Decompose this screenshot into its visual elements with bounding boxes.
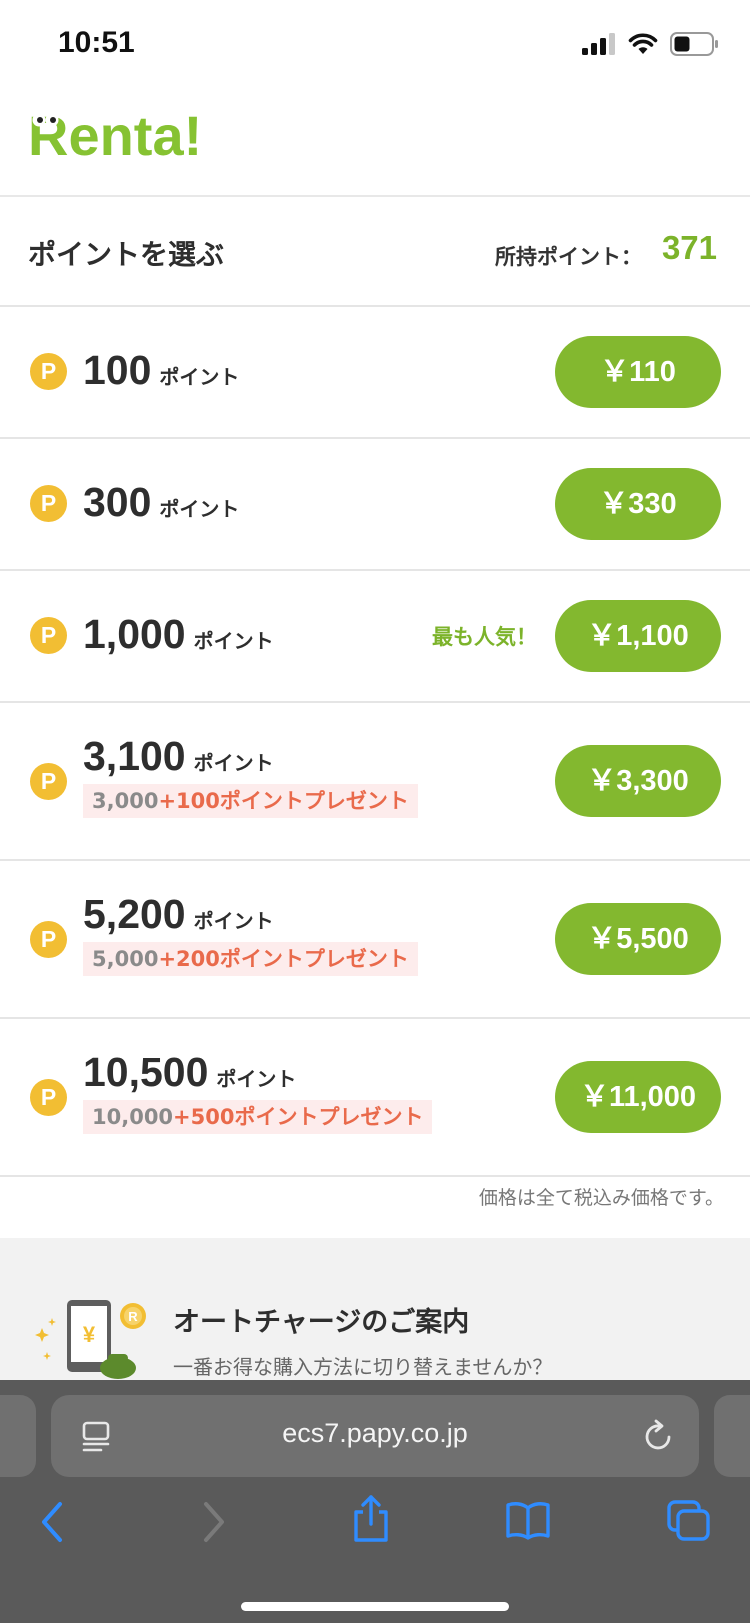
bonus-base: 5,000 (92, 947, 159, 971)
browser-nav-row (0, 1495, 750, 1560)
reload-icon[interactable] (643, 1419, 675, 1453)
svg-text:¥: ¥ (83, 1322, 96, 1347)
bonus-tag: 5,000+200ポイントプレゼント (83, 942, 418, 976)
bonus-base: 3,000 (92, 789, 159, 813)
renta-logo[interactable]: Renta! (28, 104, 210, 168)
section-title: ポイントを選ぶ (28, 238, 225, 271)
point-unit: ポイント (159, 497, 240, 521)
svg-text:R: R (128, 1309, 138, 1324)
point-coin-icon: P (30, 921, 67, 958)
status-time: 10:51 (58, 26, 135, 59)
point-amount-group: 10,500 ポイント (83, 1049, 296, 1096)
bonus-tag: 10,000+500ポイントプレゼント (83, 1100, 433, 1134)
point-coin-icon: P (30, 353, 67, 390)
point-amount-group: 300 ポイント (83, 479, 239, 526)
owned-points-value: 371 (661, 229, 717, 266)
forward-icon[interactable] (198, 1500, 228, 1544)
point-amount: 3,100 (83, 733, 186, 779)
address-bar[interactable]: ecs7.papy.co.jp (51, 1395, 699, 1477)
autocharge-banner[interactable]: ¥ R オートチャージのご案内 一番お得な購入方法に切り替えませんか？ (0, 1238, 750, 1380)
wifi-icon (628, 33, 658, 54)
status-icons (582, 28, 720, 60)
point-unit: ポイント (193, 629, 274, 653)
point-amount-group: 1,000 ポイント (83, 611, 274, 658)
share-icon[interactable] (351, 1494, 391, 1544)
bonus-extra: +500ポイントプレゼント (173, 1105, 424, 1129)
point-coin-icon: P (30, 1079, 67, 1116)
site-header: Renta! (0, 90, 750, 197)
back-icon[interactable] (38, 1500, 68, 1544)
cellular-signal-icon (582, 33, 615, 55)
owned-points-label: 所持ポイント： (495, 245, 642, 269)
status-bar: 10:51 (0, 0, 750, 90)
bonus-extra: +100ポイントプレゼント (158, 789, 409, 813)
point-option-row: P 1,000 ポイント 最も人気！ ￥1,100 (0, 571, 750, 703)
previous-tab-preview[interactable] (0, 1395, 36, 1477)
buy-price-button[interactable]: ￥11,000 (555, 1061, 721, 1133)
tax-note: 価格は全て税込み価格です。 (478, 1187, 724, 1209)
bonus-extra: +200ポイントプレゼント (158, 947, 409, 971)
buy-price-button[interactable]: ￥5,500 (555, 903, 721, 975)
url-text: ecs7.papy.co.jp (282, 1418, 468, 1448)
autocharge-title: オートチャージのご案内 (173, 1307, 470, 1338)
points-list: P 100 ポイント ￥110 P 300 ポイント ￥330 P 1,000 ポイン… (0, 307, 750, 1177)
point-amount: 10,500 (83, 1049, 209, 1095)
point-amount: 1,000 (83, 611, 186, 657)
bookmarks-icon[interactable] (505, 1500, 551, 1540)
most-popular-label: 最も人気！ (432, 625, 537, 649)
point-option-row: P 300 ポイント ￥330 (0, 439, 750, 571)
point-amount: 5,200 (83, 891, 186, 937)
buy-price-button[interactable]: ￥3,300 (555, 745, 721, 817)
buy-price-button[interactable]: ￥330 (555, 468, 721, 540)
point-coin-icon: P (30, 485, 67, 522)
point-amount: 100 (83, 347, 152, 393)
buy-price-button[interactable]: ￥1,100 (555, 600, 721, 672)
bonus-base: 10,000 (92, 1105, 174, 1129)
buy-price-button[interactable]: ￥110 (555, 336, 721, 408)
point-coin-icon: P (30, 617, 67, 654)
point-coin-icon: P (30, 763, 67, 800)
point-option-row: P 3,100 ポイント 3,000+100ポイントプレゼント ￥3,300 (0, 703, 750, 861)
home-indicator (241, 1602, 509, 1611)
autocharge-description: 一番お得な購入方法に切り替えませんか？ (173, 1355, 553, 1379)
browser-toolbar: ecs7.papy.co.jp (0, 1380, 750, 1623)
point-unit: ポイント (193, 751, 274, 775)
bonus-tag: 3,000+100ポイントプレゼント (83, 784, 418, 818)
point-amount: 300 (83, 479, 152, 525)
point-option-row: P 5,200 ポイント 5,000+200ポイントプレゼント ￥5,500 (0, 861, 750, 1019)
logo-image: Renta! (28, 104, 202, 167)
autocharge-illustration-icon: ¥ R (35, 1300, 146, 1379)
point-amount-group: 3,100 ポイント (83, 733, 274, 780)
point-option-row: P 10,500 ポイント 10,000+500ポイントプレゼント ￥11,000 (0, 1019, 750, 1177)
point-amount-group: 5,200 ポイント (83, 891, 274, 938)
point-option-row: P 100 ポイント ￥110 (0, 307, 750, 439)
point-unit: ポイント (159, 365, 240, 389)
battery-icon (670, 32, 718, 56)
point-amount-group: 100 ポイント (83, 347, 239, 394)
point-unit: ポイント (216, 1067, 297, 1091)
tabs-icon[interactable] (667, 1500, 711, 1542)
points-section-header: ポイントを選ぶ 所持ポイント： 371 (0, 197, 750, 307)
next-tab-preview[interactable] (714, 1395, 750, 1477)
point-unit: ポイント (193, 909, 274, 933)
